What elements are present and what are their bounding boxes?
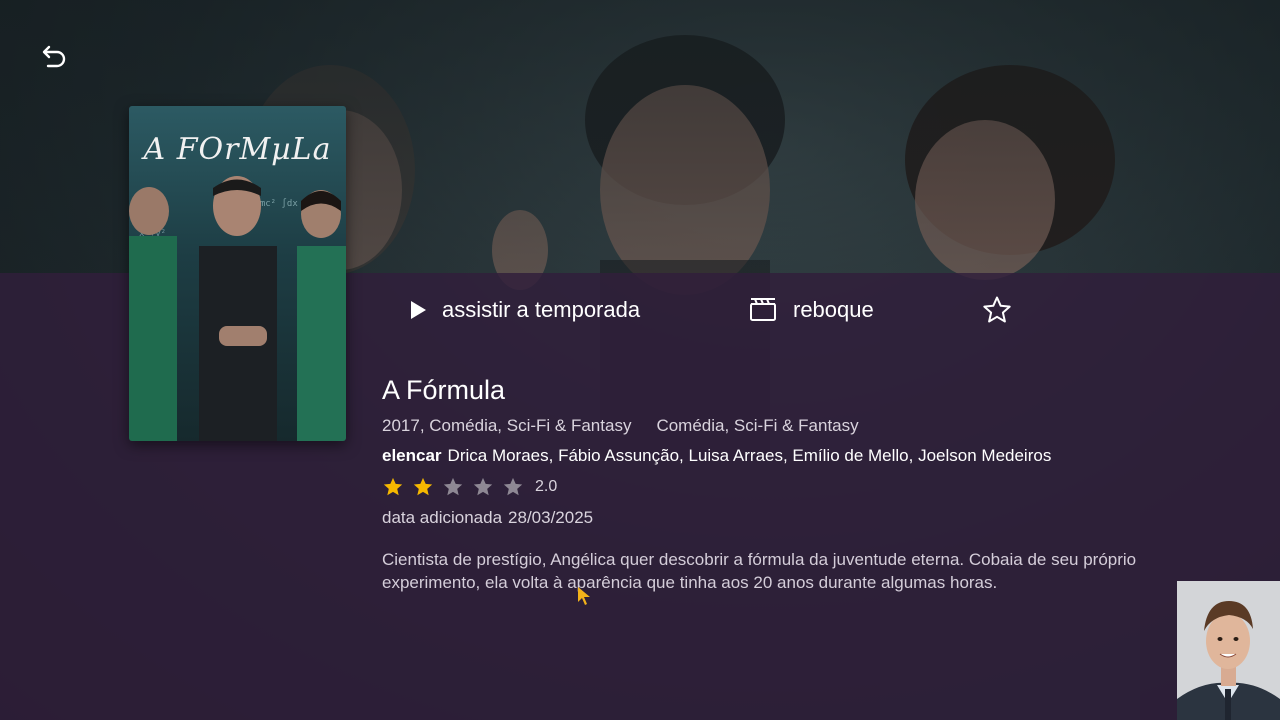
back-button[interactable] <box>36 38 72 74</box>
star-filled-icon <box>413 477 433 496</box>
rating-stars <box>382 476 532 498</box>
play-season-label: assistir a temporada <box>442 297 641 322</box>
back-arrow-icon <box>42 45 66 68</box>
date-added-value: 28/03/2025 <box>508 508 594 527</box>
action-bar: assistir a temporada reboque <box>0 286 1280 334</box>
star-outline-icon <box>982 295 1012 325</box>
star-empty-icon <box>473 477 493 496</box>
star-empty-icon <box>503 477 523 496</box>
clapperboard-icon <box>748 298 778 322</box>
star-filled-icon <box>383 477 403 496</box>
date-added-row: data adicionada 28/03/2025 <box>382 508 1262 528</box>
mouse-cursor-icon <box>578 587 590 605</box>
poster[interactable]: A FOrMµLa E=mc² ∫dx x²+y² <box>129 106 346 441</box>
rating-value: 2.0 <box>535 478 558 495</box>
cast-label: elencar <box>382 446 442 465</box>
poster-title: A FOrMµLa <box>143 132 332 167</box>
cast-list: Drica Moraes, Fábio Assunção, Luisa Arra… <box>447 446 1052 465</box>
webcam-overlay <box>1177 581 1280 720</box>
play-icon <box>404 300 432 320</box>
meta-row: 2017, Comédia, Sci-Fi & Fantasy Comédia,… <box>382 416 1262 436</box>
trailer-button[interactable]: reboque <box>748 286 874 334</box>
star-empty-icon <box>443 477 463 496</box>
synopsis: Cientista de prestígio, Angélica quer de… <box>382 550 1137 592</box>
rating-row: 2.0 <box>382 476 1262 498</box>
details-panel: A Fórmula 2017, Comédia, Sci-Fi & Fantas… <box>382 372 1262 594</box>
date-added-label: data adicionada <box>382 508 503 527</box>
trailer-label: reboque <box>793 297 874 322</box>
presenter-video <box>1177 581 1280 720</box>
favorite-button[interactable] <box>980 286 1014 334</box>
cast-row: elencar Drica Moraes, Fábio Assunção, Lu… <box>382 446 1262 466</box>
year-genres: 2017, Comédia, Sci-Fi & Fantasy <box>382 416 632 435</box>
show-title: A Fórmula <box>382 375 506 405</box>
genres: Comédia, Sci-Fi & Fantasy <box>656 416 859 435</box>
play-season-button[interactable]: assistir a temporada <box>404 286 640 334</box>
